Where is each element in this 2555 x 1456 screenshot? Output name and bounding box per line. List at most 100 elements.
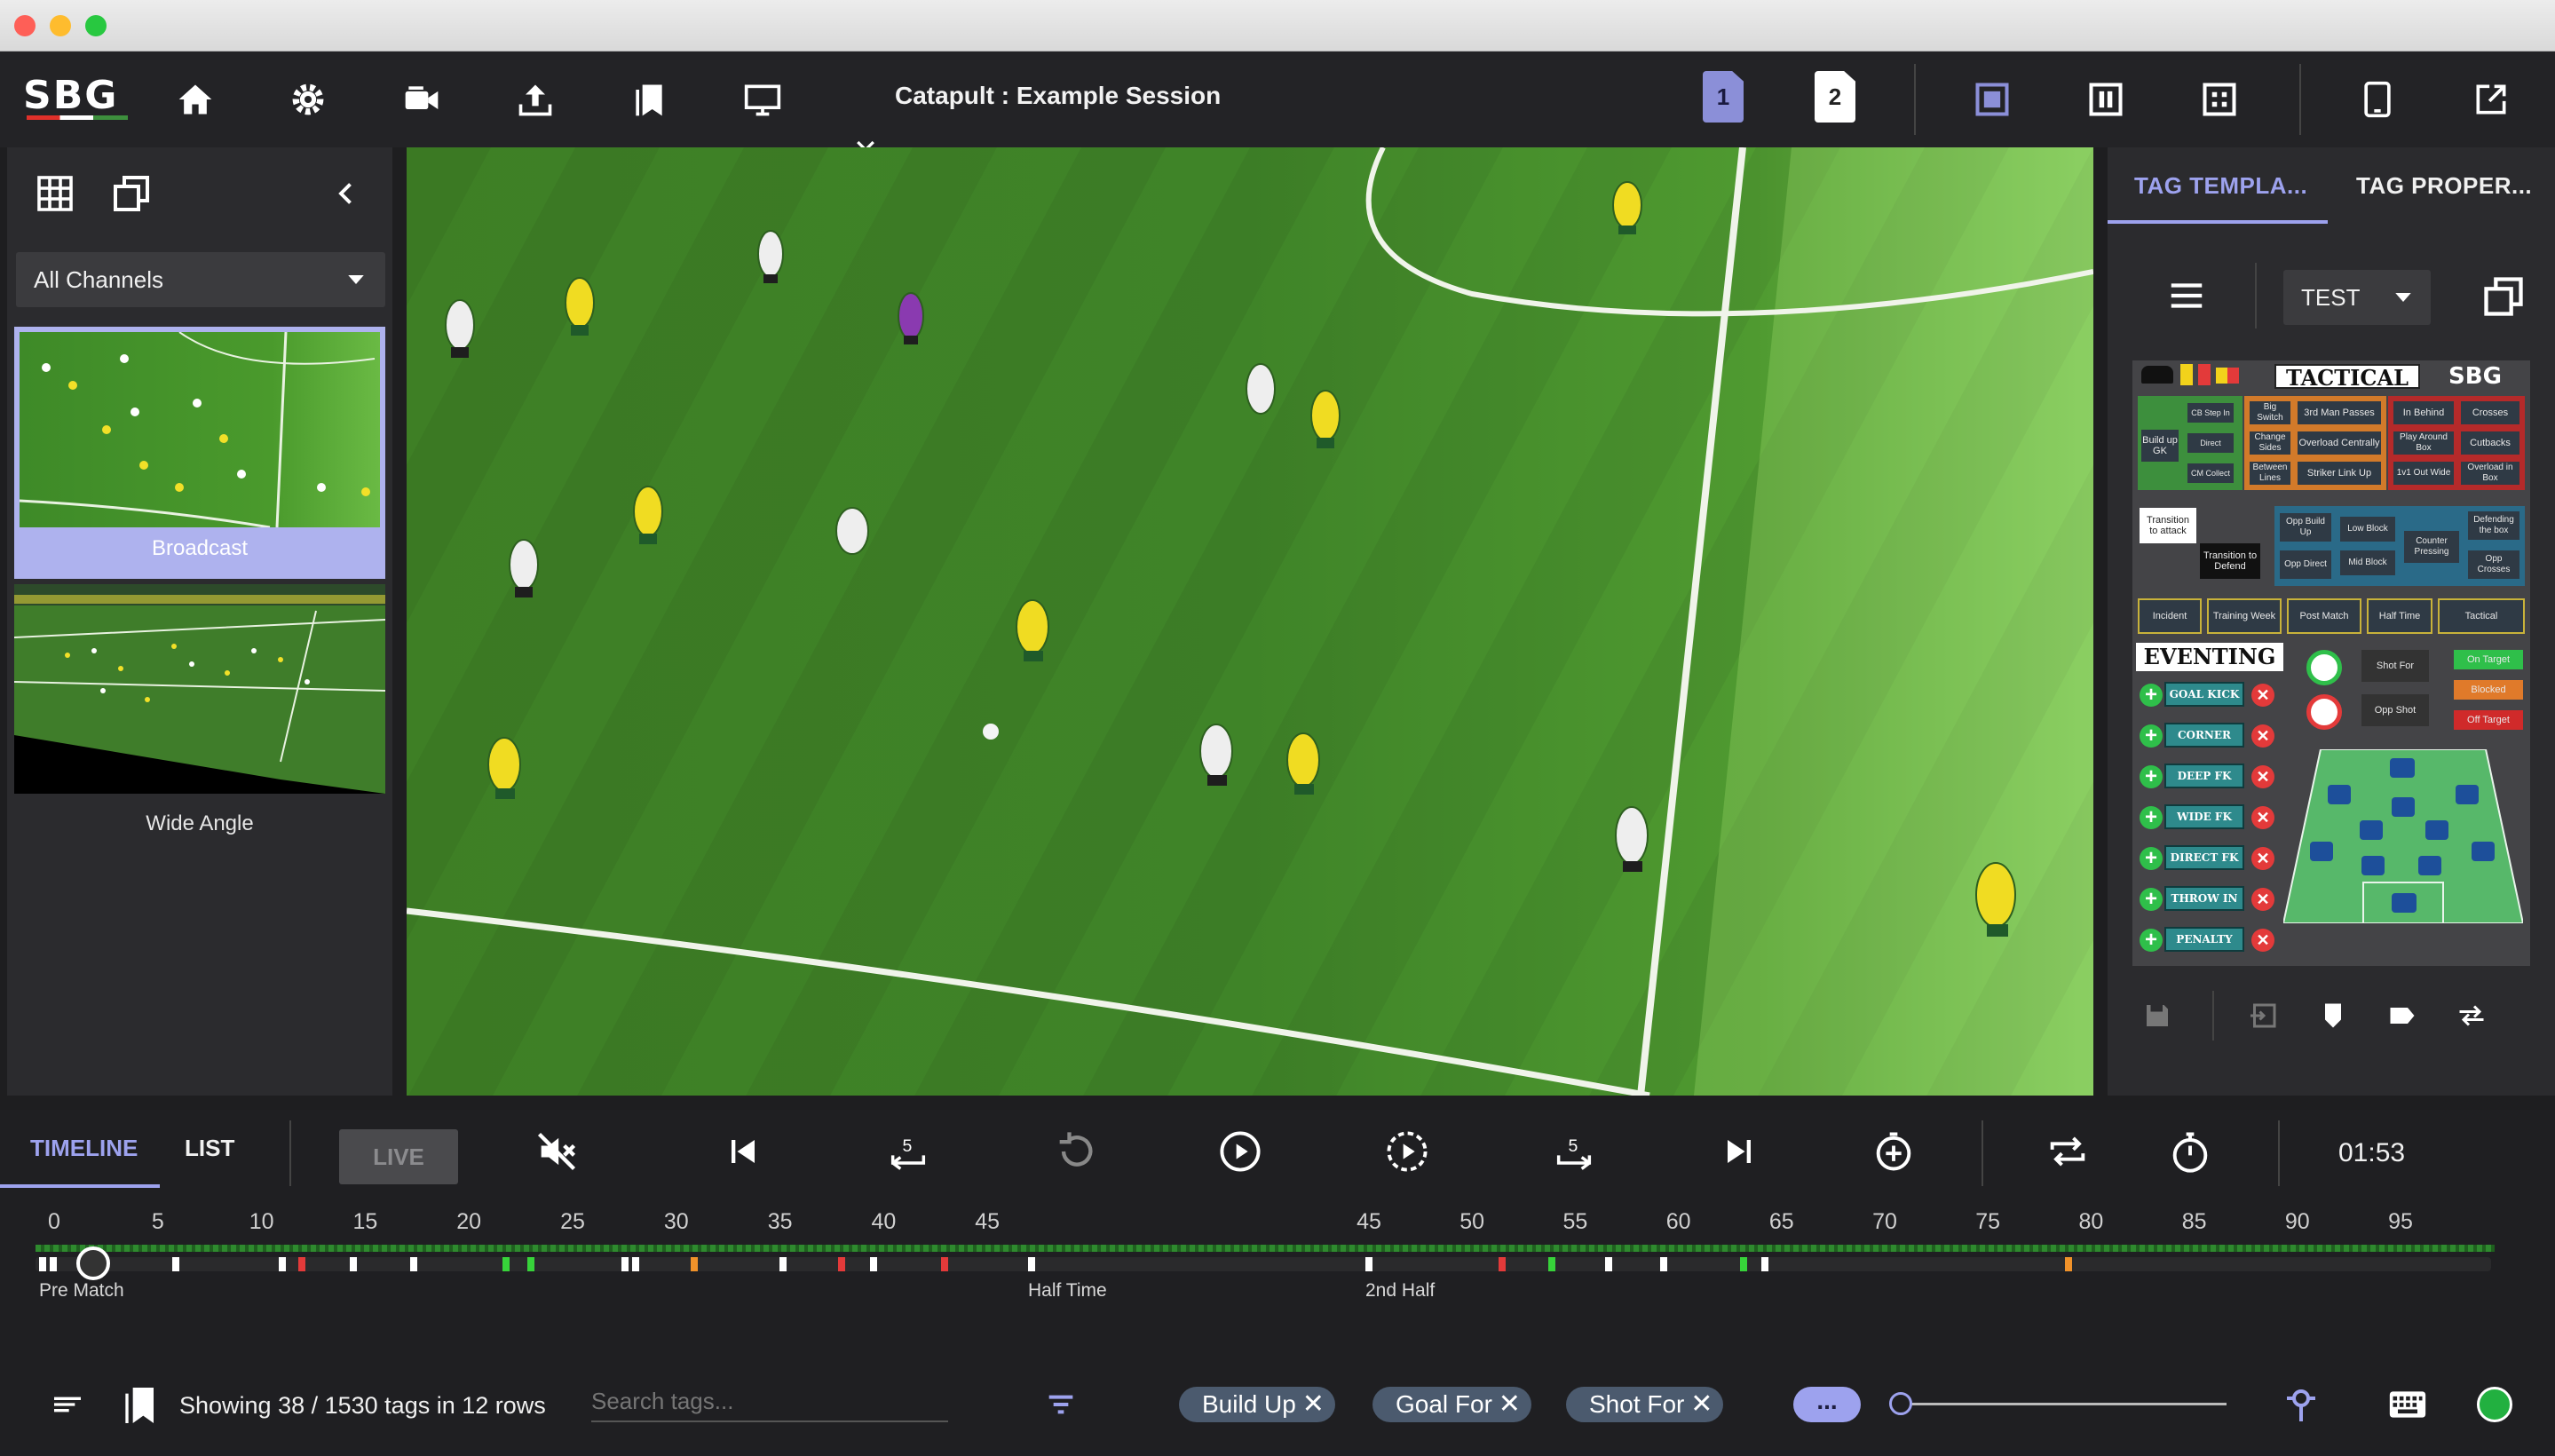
add-marker-icon[interactable]	[1866, 1124, 1921, 1179]
tag-marker[interactable]	[621, 1257, 629, 1271]
timeline-track[interactable]	[36, 1257, 2491, 1271]
tag-low-block[interactable]: Low Block	[2338, 515, 2397, 543]
search-tags-input[interactable]	[591, 1381, 948, 1422]
rewind-5-icon[interactable]: 5	[881, 1124, 936, 1179]
tag-marker[interactable]	[838, 1257, 845, 1271]
minimize-window-button[interactable]	[50, 15, 71, 36]
filter-chip-build-up[interactable]: Build Up ✕	[1179, 1387, 1335, 1422]
tag-marker[interactable]	[1499, 1257, 1506, 1271]
tag-marker[interactable]	[172, 1257, 179, 1271]
tag-shot-for[interactable]: Shot For	[2361, 650, 2429, 682]
import-icon[interactable]	[2248, 1000, 2280, 1032]
tag-cm-collect[interactable]: CM Collect	[2186, 462, 2235, 485]
tag-big-switch[interactable]: Big Switch	[2248, 400, 2292, 426]
tag-direct-fk[interactable]: DIRECT FK	[2164, 845, 2244, 870]
tag-overload-centrally[interactable]: Overload Centrally	[2296, 430, 2383, 456]
skip-previous-icon[interactable]	[716, 1124, 771, 1179]
tablet-icon[interactable]	[2356, 78, 2399, 121]
tag-opp-build-up[interactable]: Opp Build Up	[2278, 511, 2333, 543]
tab-timeline[interactable]: TIMELINE	[30, 1135, 138, 1162]
remove-icon[interactable]: ✕	[2251, 847, 2274, 870]
tag-marker[interactable]	[870, 1257, 877, 1271]
remove-icon[interactable]: ✕	[2251, 765, 2274, 788]
tag-marker[interactable]	[1548, 1257, 1555, 1271]
tag-defending-the-box[interactable]: Defending the box	[2466, 510, 2521, 542]
tag-change-sides[interactable]: Change Sides	[2248, 430, 2292, 456]
tag-marker[interactable]	[50, 1257, 57, 1271]
tag-wide-fk[interactable]: WIDE FK	[2164, 804, 2244, 829]
video-player[interactable]	[407, 147, 2093, 1096]
view-page-1-button[interactable]: 1	[1703, 71, 1744, 123]
windows-icon[interactable]	[2480, 273, 2527, 320]
tag-marker[interactable]	[941, 1257, 948, 1271]
tag-tactical[interactable]: Tactical	[2438, 598, 2525, 634]
more-filters-button[interactable]: ...	[1793, 1387, 1861, 1422]
tag-marker[interactable]	[350, 1257, 357, 1271]
filter-icon[interactable]	[1040, 1387, 1081, 1422]
monitor-icon[interactable]	[741, 78, 784, 121]
tag-transition-to-attack[interactable]: Transition to attack	[2140, 508, 2196, 543]
tag-marker[interactable]	[410, 1257, 417, 1271]
home-icon[interactable]	[174, 78, 217, 121]
tag-marker[interactable]	[691, 1257, 698, 1271]
add-icon[interactable]: +	[2140, 765, 2163, 788]
close-icon[interactable]: ✕	[1302, 1387, 1325, 1422]
tag-half-time[interactable]: Half Time	[2367, 598, 2432, 634]
camera-icon[interactable]	[400, 78, 443, 121]
channel-item-broadcast[interactable]: Broadcast	[14, 327, 385, 579]
filter-chip-goal-for[interactable]: Goal For ✕	[1372, 1387, 1531, 1422]
tab-list[interactable]: LIST	[185, 1135, 234, 1162]
play-icon[interactable]	[1213, 1124, 1268, 1179]
tag-goal-kick[interactable]: GOAL KICK	[2164, 682, 2244, 707]
tag-counter-pressing[interactable]: Counter Pressing	[2402, 529, 2461, 565]
formation-pitch[interactable]	[2282, 748, 2525, 924]
channel-select[interactable]: All Channels	[16, 252, 385, 307]
tag-marker[interactable]	[527, 1257, 534, 1271]
tab-tag-properties[interactable]: TAG PROPER...	[2356, 172, 2532, 200]
label-icon[interactable]	[2386, 1000, 2418, 1032]
tag-cb-step-in[interactable]: CB Step In	[2186, 401, 2235, 424]
tag-1v1-out-wide[interactable]: 1v1 Out Wide	[2392, 460, 2456, 487]
remove-icon[interactable]: ✕	[2251, 888, 2274, 911]
template-select[interactable]: TEST	[2283, 270, 2431, 325]
close-window-button[interactable]	[14, 15, 36, 36]
location-pin-icon[interactable]	[2280, 1381, 2322, 1426]
view-page-2-button[interactable]: 2	[1815, 71, 1855, 123]
skip-next-icon[interactable]	[1712, 1124, 1767, 1179]
tag-marker[interactable]	[298, 1257, 305, 1271]
tag-transition-to-defend[interactable]: Transition to Defend	[2200, 543, 2260, 579]
tag-direct[interactable]: Direct	[2186, 431, 2235, 455]
live-button[interactable]: LIVE	[339, 1129, 458, 1184]
gear-icon[interactable]	[287, 78, 329, 121]
layout-grid-icon[interactable]	[2198, 78, 2241, 121]
add-icon[interactable]: +	[2140, 929, 2163, 952]
tag-off-target[interactable]: Off Target	[2454, 710, 2523, 730]
tag-deep-fk[interactable]: DEEP FK	[2164, 764, 2244, 788]
save-icon[interactable]	[2141, 1000, 2173, 1032]
popout-icon[interactable]	[2470, 78, 2512, 121]
tag-opp-direct[interactable]: Opp Direct	[2278, 549, 2333, 581]
tag-overload-in-box[interactable]: Overload in Box	[2459, 460, 2521, 487]
tag-marker[interactable]	[1660, 1257, 1667, 1271]
windows-icon[interactable]	[108, 172, 154, 215]
tag-striker-link-up[interactable]: Striker Link Up	[2296, 460, 2383, 487]
tag-marker[interactable]	[1740, 1257, 1747, 1271]
tag-cutbacks[interactable]: Cutbacks	[2459, 430, 2521, 456]
tag-build-up-gk[interactable]: Build up GK	[2140, 428, 2180, 463]
layout-single-icon[interactable]	[1971, 78, 2013, 121]
remove-icon[interactable]: ✕	[2251, 724, 2274, 748]
tab-tag-templates[interactable]: TAG TEMPLA...	[2134, 172, 2307, 200]
bookmarks-icon[interactable]	[628, 78, 670, 121]
add-icon[interactable]: +	[2140, 806, 2163, 829]
close-icon[interactable]: ✕	[1690, 1387, 1713, 1422]
sort-icon[interactable]	[50, 1387, 85, 1422]
tag-blocked[interactable]: Blocked	[2454, 680, 2523, 700]
add-icon[interactable]: +	[2140, 684, 2163, 707]
tag-opp-shot[interactable]: Opp Shot	[2361, 694, 2429, 726]
bookmarks-icon[interactable]	[123, 1383, 158, 1428]
add-icon[interactable]: +	[2140, 888, 2163, 911]
tag-crosses[interactable]: Crosses	[2459, 400, 2521, 426]
tag-mid-block[interactable]: Mid Block	[2338, 549, 2397, 577]
tag-marker[interactable]	[1605, 1257, 1612, 1271]
tag-marker[interactable]	[632, 1257, 639, 1271]
